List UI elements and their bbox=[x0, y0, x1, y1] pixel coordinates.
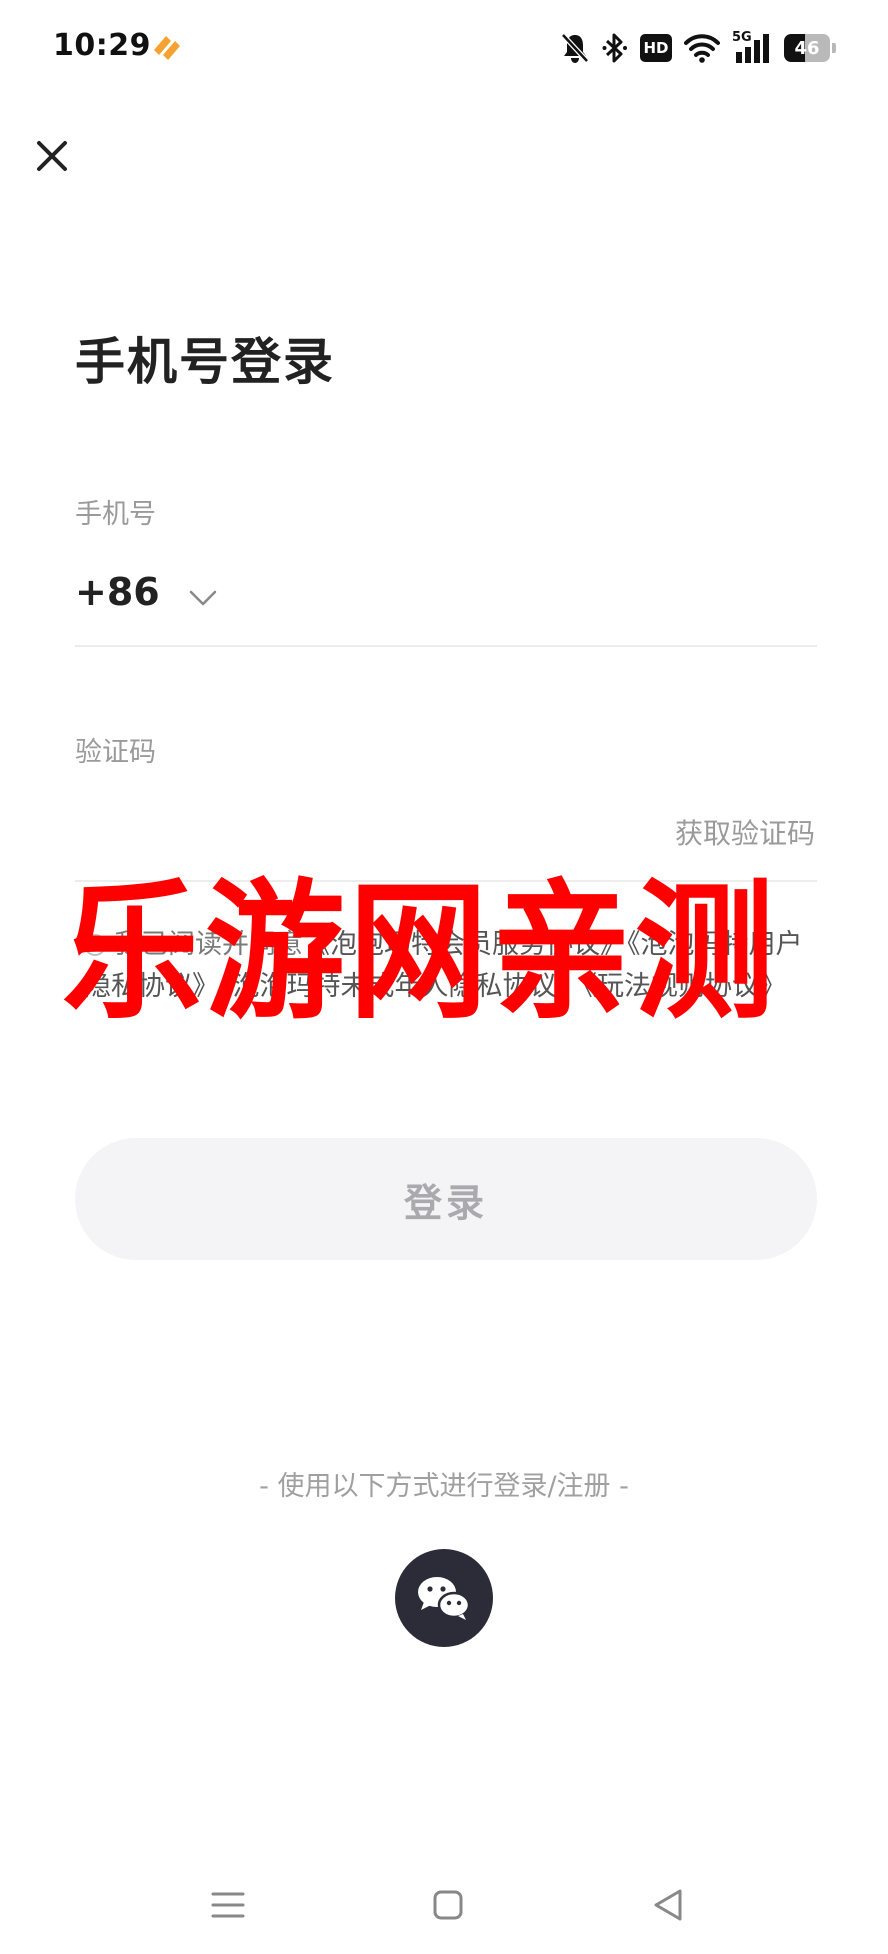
agreement-link-game-rules[interactable]: 《玩法规则协议》 bbox=[584, 971, 787, 1002]
status-bar: 10:29 HD 5G 46 bbox=[0, 0, 888, 100]
hd-icon: HD bbox=[640, 34, 672, 62]
back-icon bbox=[654, 1889, 682, 1921]
bell-off-icon bbox=[561, 33, 589, 63]
code-input[interactable] bbox=[75, 795, 639, 867]
nav-back-button[interactable] bbox=[643, 1880, 693, 1930]
phone-label: 手机号 bbox=[75, 499, 156, 530]
wifi-icon bbox=[684, 34, 720, 63]
chevron-down-icon bbox=[189, 590, 216, 606]
page-title: 手机号登录 bbox=[75, 333, 335, 391]
wechat-icon bbox=[418, 1577, 471, 1620]
signal-5g-icon: 5G bbox=[732, 30, 772, 64]
agree-checkbox[interactable] bbox=[84, 934, 106, 956]
phone-divider bbox=[75, 645, 817, 647]
code-divider bbox=[75, 880, 817, 882]
country-code-value: +86 bbox=[75, 570, 160, 614]
menu-icon bbox=[211, 1892, 245, 1918]
login-button[interactable]: 登录 bbox=[75, 1138, 817, 1260]
close-icon bbox=[37, 141, 67, 171]
system-icons: HD 5G 46 bbox=[560, 30, 836, 66]
other-login-hint: - 使用以下方式进行登录/注册 - bbox=[259, 1471, 629, 1502]
nav-home-button[interactable] bbox=[423, 1880, 473, 1930]
battery-icon: 46 bbox=[784, 34, 836, 62]
status-time: 10:29 bbox=[53, 28, 151, 63]
bluetooth-icon bbox=[602, 33, 627, 63]
battery-level: 46 bbox=[794, 37, 820, 59]
agreement-link-minor-privacy[interactable]: 《泡泡玛特未成年人隐私协议》 bbox=[219, 971, 584, 1002]
agreement-prefix: 我已阅读并同意 bbox=[114, 929, 303, 960]
country-code-selector[interactable]: +86 bbox=[75, 570, 218, 614]
code-label: 验证码 bbox=[75, 737, 156, 768]
phone-input[interactable] bbox=[230, 560, 814, 632]
navigation-bar bbox=[0, 1860, 888, 1954]
wechat-login-button[interactable] bbox=[395, 1549, 493, 1647]
app-notification-icon bbox=[154, 36, 180, 60]
nav-menu-button[interactable] bbox=[203, 1880, 253, 1930]
get-code-button[interactable]: 获取验证码 bbox=[675, 812, 815, 852]
close-button[interactable] bbox=[30, 134, 74, 178]
home-icon bbox=[433, 1890, 463, 1920]
agreement-text: 我已阅读并同意《泡泡玛特会员服务协议》《泡泡玛特用户隐私协议》《泡泡玛特未成年人… bbox=[84, 924, 814, 1008]
agreement-link-member[interactable]: 《泡泡玛特会员服务协议》 bbox=[303, 929, 627, 960]
